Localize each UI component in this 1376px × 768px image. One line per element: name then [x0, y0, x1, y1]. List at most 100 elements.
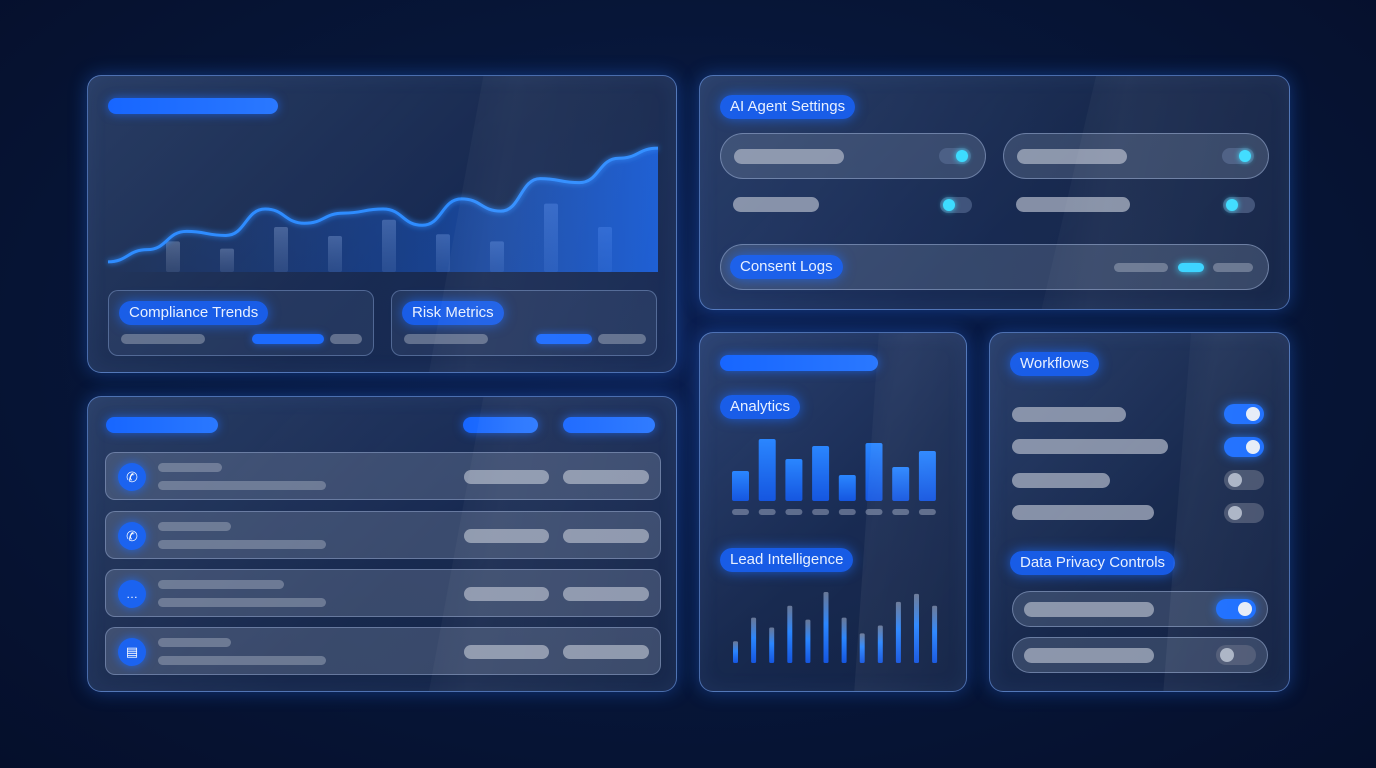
log-indicator-active: [1178, 263, 1204, 272]
value-placeholder: [464, 529, 549, 543]
agent-setting-row[interactable]: [720, 133, 986, 179]
workflow-toggle[interactable]: [1224, 470, 1264, 490]
analytics-tick: [785, 509, 803, 515]
analytics-tick: [918, 509, 936, 515]
analytics-tick: [758, 509, 776, 515]
text-placeholder: [158, 540, 326, 549]
analytics-bar: [918, 451, 936, 501]
analytics-bar: [758, 439, 776, 501]
privacy-toggle[interactable]: [1216, 599, 1256, 619]
analytics-tick: [838, 509, 856, 515]
analytics-tick: [892, 509, 910, 515]
setting-toggle[interactable]: [1223, 197, 1255, 213]
workflows-label: Workflows: [1010, 352, 1099, 376]
workflow-item-placeholder: [1012, 505, 1154, 520]
text-placeholder: [158, 656, 326, 665]
panel-title-placeholder: [720, 355, 878, 371]
analytics-bar: [785, 459, 803, 501]
analytics-tick: [732, 509, 749, 515]
analytics-label: Analytics: [720, 395, 801, 419]
agent-settings-title: AI Agent Settings: [720, 95, 856, 119]
log-indicator: [1213, 263, 1253, 272]
lead-bar: [841, 617, 847, 663]
column-header-placeholder: [563, 417, 655, 433]
privacy-item-placeholder: [1024, 648, 1154, 663]
agent-setting-row[interactable]: [1003, 133, 1269, 179]
lead-intelligence-label: Lead Intelligence: [720, 548, 854, 572]
contact-list-panel: ✆ ✆ … ▤: [87, 396, 677, 692]
consent-logs-label: Consent Logs: [730, 255, 843, 279]
text-placeholder: [158, 522, 231, 531]
lead-bar: [914, 593, 919, 663]
text-placeholder: [158, 463, 222, 472]
list-title-placeholder: [106, 417, 218, 433]
agent-settings-panel: AI Agent Settings Consent Logs: [699, 75, 1290, 310]
phone-icon: ✆: [118, 463, 146, 491]
phone-call-icon: ✆: [118, 522, 146, 550]
privacy-control-row[interactable]: [1012, 637, 1268, 673]
setting-toggle[interactable]: [939, 148, 971, 164]
lead-bar: [751, 617, 757, 663]
text-placeholder: [404, 334, 488, 344]
privacy-item-placeholder: [1024, 602, 1154, 617]
workflow-item-placeholder: [1012, 473, 1110, 488]
lead-bar: [932, 605, 938, 663]
analytics-tick: [865, 509, 883, 515]
data-privacy-label: Data Privacy Controls: [1010, 551, 1176, 575]
analytics-bar-chart: [732, 439, 936, 515]
lead-bar: [805, 619, 811, 663]
lead-bar: [877, 625, 883, 663]
analytics-bar: [865, 443, 883, 501]
lead-intelligence-chart: [733, 591, 938, 663]
workflow-item-placeholder: [1012, 407, 1126, 422]
value-placeholder: [563, 587, 649, 601]
compliance-panel: Compliance Trends Risk Metrics: [87, 75, 677, 373]
value-placeholder: [464, 645, 549, 659]
panel-title-placeholder: [108, 98, 278, 114]
setting-toggle[interactable]: [940, 197, 972, 213]
lead-bar: [769, 627, 775, 663]
document-icon: ▤: [118, 638, 146, 666]
chat-icon: …: [118, 580, 146, 608]
workflows-panel: Workflows Data Privacy Controls: [989, 332, 1290, 692]
value-placeholder: [563, 529, 649, 543]
setting-label-placeholder: [734, 149, 844, 164]
analytics-bar: [812, 446, 830, 501]
compliance-trends-label: Compliance Trends: [119, 301, 269, 325]
list-item[interactable]: ▤: [105, 627, 661, 675]
list-item[interactable]: …: [105, 569, 661, 617]
list-item[interactable]: ✆: [105, 452, 661, 500]
lead-bar: [733, 641, 738, 663]
analytics-bar: [732, 471, 749, 501]
risk-metrics-label: Risk Metrics: [402, 301, 504, 325]
workflow-toggle[interactable]: [1224, 404, 1264, 424]
privacy-toggle[interactable]: [1216, 645, 1256, 665]
list-item[interactable]: ✆: [105, 511, 661, 559]
text-placeholder: [158, 598, 326, 607]
value-placeholder: [464, 587, 549, 601]
workflow-toggle[interactable]: [1224, 437, 1264, 457]
compliance-trends-card[interactable]: Compliance Trends: [108, 290, 374, 356]
lead-bar: [787, 605, 793, 663]
text-placeholder: [330, 334, 362, 344]
text-placeholder: [598, 334, 646, 344]
value-placeholder: [563, 470, 649, 484]
text-placeholder: [158, 481, 326, 490]
analytics-bar: [838, 475, 856, 501]
lead-bar: [823, 591, 829, 663]
lead-bar: [895, 601, 901, 663]
progress-indicator: [536, 334, 592, 344]
workflow-toggle[interactable]: [1224, 503, 1264, 523]
text-placeholder: [158, 638, 231, 647]
setting-toggle[interactable]: [1222, 148, 1254, 164]
column-header-placeholder: [463, 417, 538, 433]
risk-metrics-card[interactable]: Risk Metrics: [391, 290, 657, 356]
setting-label-placeholder: [1017, 149, 1127, 164]
consent-logs-row[interactable]: Consent Logs: [720, 244, 1269, 290]
progress-indicator: [252, 334, 324, 344]
setting-label-placeholder: [1016, 197, 1130, 212]
log-indicator: [1114, 263, 1168, 272]
lead-bar: [859, 633, 865, 663]
analytics-tick: [812, 509, 830, 515]
privacy-control-row[interactable]: [1012, 591, 1268, 627]
